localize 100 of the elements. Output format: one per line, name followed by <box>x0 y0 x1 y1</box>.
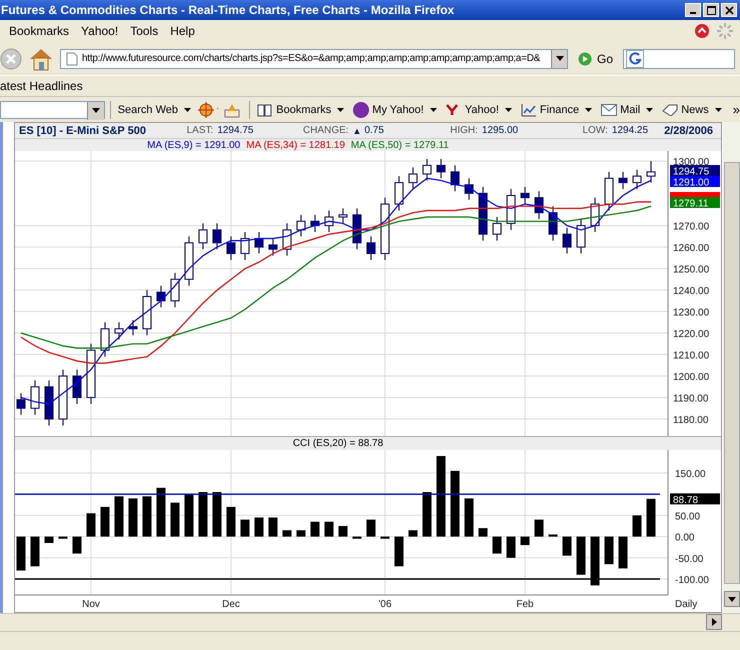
low-label: LOW: <box>582 125 608 136</box>
cci-bar <box>422 492 432 537</box>
caret-icon <box>714 108 722 112</box>
cci-bar <box>58 536 68 539</box>
menu-item[interactable]: Bookmarks <box>3 24 76 38</box>
candlestick <box>576 218 586 254</box>
axis-label: 1250.00 <box>673 264 710 276</box>
candlestick <box>86 343 96 404</box>
cci-bar <box>156 488 166 537</box>
candlestick <box>562 227 572 254</box>
caret-icon <box>585 108 592 112</box>
candlestick <box>16 392 26 416</box>
price-tag: 1291.00 <box>670 176 720 188</box>
price-tag: 1279.11 <box>670 197 720 210</box>
candlestick <box>198 222 208 250</box>
cci-bar <box>310 522 320 537</box>
candlestick <box>114 322 124 340</box>
toolbar-button[interactable]: Bookmarks <box>255 102 346 116</box>
toolbar-button[interactable]: Yahoo! <box>444 104 514 116</box>
candlestick <box>408 167 418 190</box>
candlestick <box>282 222 292 256</box>
candlestick <box>170 272 180 308</box>
cci-bar <box>352 536 362 539</box>
candlestick <box>646 160 656 184</box>
cci-bar <box>408 530 418 537</box>
date-axis-label: Nov <box>82 599 100 610</box>
candlestick <box>394 176 404 212</box>
menu-item[interactable]: Yahoo! <box>75 24 124 38</box>
candlestick <box>142 290 152 336</box>
close-icon <box>724 6 734 14</box>
date-axis-label: '06 <box>378 599 392 610</box>
stop-icon[interactable] <box>0 48 22 70</box>
toolbar-button[interactable]: Search Web <box>116 104 194 116</box>
axis-label: 1260.00 <box>673 243 710 254</box>
cci-bar <box>478 528 488 537</box>
cci-bar <box>212 492 222 537</box>
last-label: LAST: <box>186 125 214 136</box>
cci-bar <box>198 492 208 537</box>
cci-bar <box>30 536 40 566</box>
candlestick <box>310 214 320 233</box>
maximize-button[interactable] <box>703 3 719 17</box>
candlestick <box>604 171 614 212</box>
overflow-chevron[interactable]: » <box>732 102 740 117</box>
vertical-scrollbar[interactable] <box>723 122 740 613</box>
cci-bar <box>324 522 334 537</box>
minimize-button[interactable] <box>685 3 701 17</box>
candlestick <box>212 222 222 250</box>
candlestick <box>618 171 628 190</box>
cci-bar <box>604 536 614 564</box>
dropdown-button[interactable] <box>551 50 567 68</box>
close-button[interactable] <box>721 3 737 17</box>
alert-icon[interactable] <box>694 23 710 39</box>
go-button[interactable]: Go <box>574 52 618 66</box>
toolbar-button[interactable]: Finance <box>518 102 594 116</box>
price-tag: 1294.75 <box>670 165 720 178</box>
cci-bar <box>282 530 292 537</box>
cci-bar <box>338 526 348 537</box>
candlestick <box>380 197 390 260</box>
horizontal-scrollbar[interactable] <box>0 613 740 631</box>
cci-bar <box>562 536 572 556</box>
book-icon <box>257 102 274 116</box>
scroll-down-button[interactable] <box>724 591 740 607</box>
candlestick <box>506 188 516 230</box>
toolbar-search-field[interactable] <box>0 100 105 118</box>
menu-item[interactable]: Tools <box>124 24 164 38</box>
cci-bar <box>548 534 558 537</box>
candlestick <box>338 208 348 224</box>
search-field[interactable] <box>623 48 736 68</box>
candlestick <box>44 380 54 426</box>
menu-item[interactable]: Help <box>164 24 201 38</box>
home-icon[interactable] <box>28 46 54 70</box>
maximize-icon <box>706 6 716 14</box>
scroll-right-button[interactable] <box>706 614 722 630</box>
toolbar-button[interactable]: News <box>660 104 724 116</box>
cci-bar <box>296 530 306 537</box>
bookmark-link[interactable]: atest Headlines <box>0 79 83 93</box>
value-tag: 88.78 <box>670 493 720 506</box>
cci-bar <box>16 536 26 571</box>
axis-label: 1180.00 <box>673 415 708 426</box>
chart-date: 2/28/2006 <box>664 124 714 136</box>
candlestick <box>268 238 278 256</box>
cci-bar <box>240 520 250 537</box>
candlestick <box>254 232 264 254</box>
candlestick <box>156 285 166 308</box>
candlestick <box>366 236 376 260</box>
moving-average-legend: MA (ES,34) = 1281.19 <box>246 140 345 150</box>
cci-bar <box>506 536 516 558</box>
cci-bar <box>44 536 54 543</box>
caret-icon <box>92 108 100 113</box>
candlestick <box>436 158 446 179</box>
candlestick <box>520 186 530 205</box>
candlestick <box>450 164 460 192</box>
high-label: HIGH: <box>450 125 478 136</box>
cci-bar <box>142 496 152 537</box>
toolbar-button[interactable]: Mail <box>599 104 656 116</box>
scroll-thumb[interactable] <box>724 162 740 584</box>
minimize-icon <box>690 12 696 14</box>
toolbar-button[interactable]: My Yahoo! <box>351 102 439 118</box>
line-chart-icon <box>520 102 537 116</box>
candlestick <box>72 369 82 404</box>
